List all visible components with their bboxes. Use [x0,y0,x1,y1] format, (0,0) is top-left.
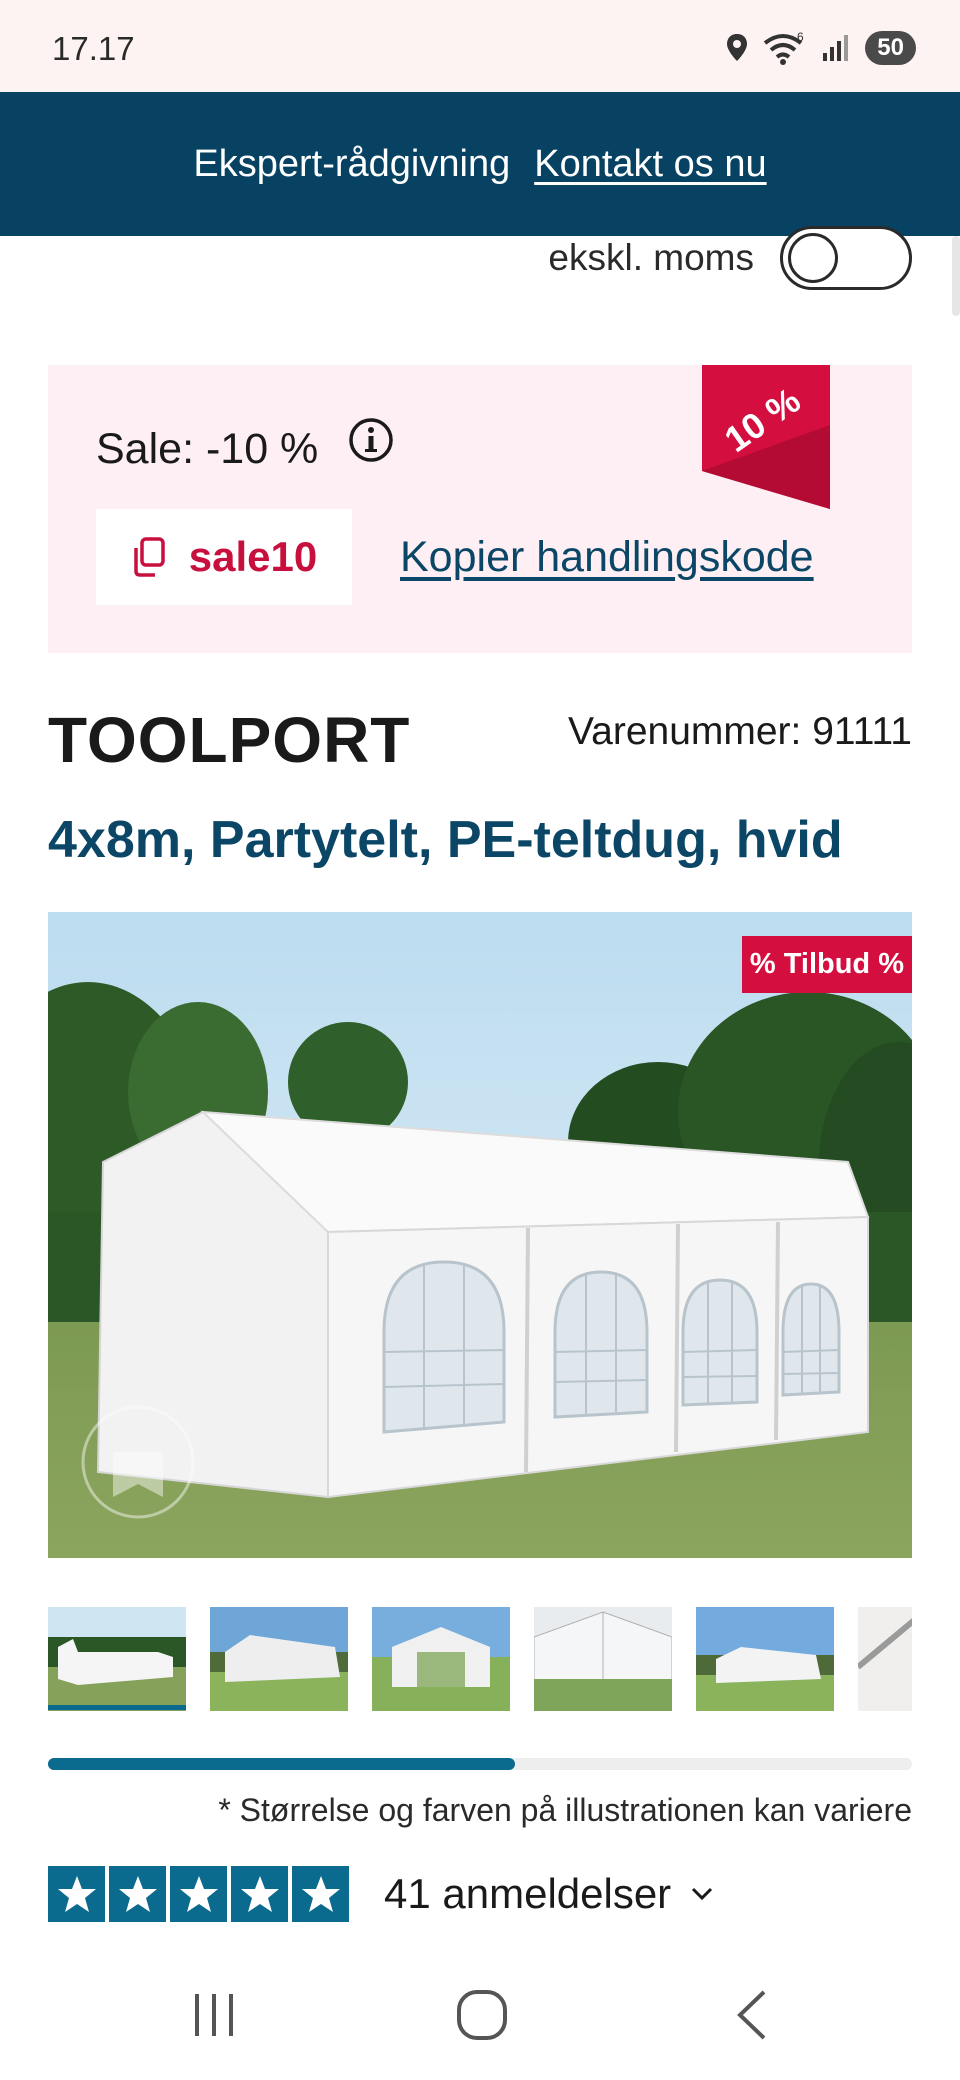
back-icon [737,1990,766,2040]
gallery-progress-fill [48,1758,515,1770]
rating-stars[interactable] [48,1866,349,1922]
copy-code-link[interactable]: Kopier handlingskode [400,533,814,582]
item-number: Varenummer: 91111 [568,710,912,753]
thumbnail-3[interactable] [372,1607,510,1711]
contact-link[interactable]: Kontakt os nu [534,143,766,186]
expert-banner: Ekspert-rådgivning Kontakt os nu [0,92,960,236]
toggle-knob [788,233,838,283]
sale-title: Sale: -10 % [96,425,319,473]
location-icon [727,34,748,61]
thumbnail-active-indicator [48,1705,186,1710]
battery-icon: 50 [865,31,916,65]
gallery-progress[interactable] [48,1758,912,1770]
toolport-logo[interactable]: TOOLPORT [48,700,448,774]
offer-badge: % Tilbud % [741,936,912,993]
vat-toggle[interactable] [780,226,912,290]
thumbnail-2[interactable] [210,1607,348,1711]
product-title: 4x8m, Partytelt, PE-teltdug, hvid [48,811,843,869]
status-icons: 6 50 [725,28,916,68]
star-icon [170,1866,227,1922]
star-icon [292,1866,349,1922]
star-icon [109,1866,166,1922]
sale-code: sale10 [188,533,318,580]
sale-code-button[interactable]: sale10 [96,509,352,605]
chevron-down-icon [692,1887,713,1901]
thumbnail-5[interactable] [696,1607,834,1711]
review-count: 41 anmeldelser [384,1870,672,1917]
vat-label: ekskl. moms [548,237,754,278]
vat-toggle-row: ekskl. moms [548,226,912,290]
tent-illustration [48,912,912,1558]
copy-icon [134,537,165,577]
thumbnail-6[interactable] [858,1607,912,1711]
home-button[interactable] [442,1980,522,2050]
star-icon [231,1866,288,1922]
svg-text:6: 6 [797,31,804,44]
discount-ribbon: 10 % [702,365,830,509]
info-icon[interactable] [348,417,394,463]
thumbnail-4[interactable] [534,1607,672,1711]
sale-box: Sale: -10 % sale10 Kopier handlingskode … [48,365,912,653]
status-bar: 17.17 6 50 [0,0,960,92]
reviews-toggle[interactable]: 41 anmeldelser [384,1866,713,1922]
thumbnail-1[interactable] [48,1607,186,1711]
product-image[interactable]: % Tilbud % [48,912,912,1558]
system-nav-bar [0,1950,960,2080]
home-icon [457,1990,507,2040]
status-time: 17.17 [52,30,135,67]
recent-apps-button[interactable] [174,1980,254,2050]
thumbnail-strip [48,1607,912,1711]
scrollbar[interactable] [952,236,960,316]
disclaimer: * Størrelse og farven på illustrationen … [218,1792,912,1828]
recent-apps-icon [195,1994,233,2036]
wifi-icon: 6 [764,31,804,65]
star-icon [48,1866,105,1922]
back-button[interactable] [712,1980,792,2050]
brand-text: TOOLPORT [48,704,410,774]
signal-icon [823,35,849,61]
expert-text: Ekspert-rådgivning [193,142,511,185]
